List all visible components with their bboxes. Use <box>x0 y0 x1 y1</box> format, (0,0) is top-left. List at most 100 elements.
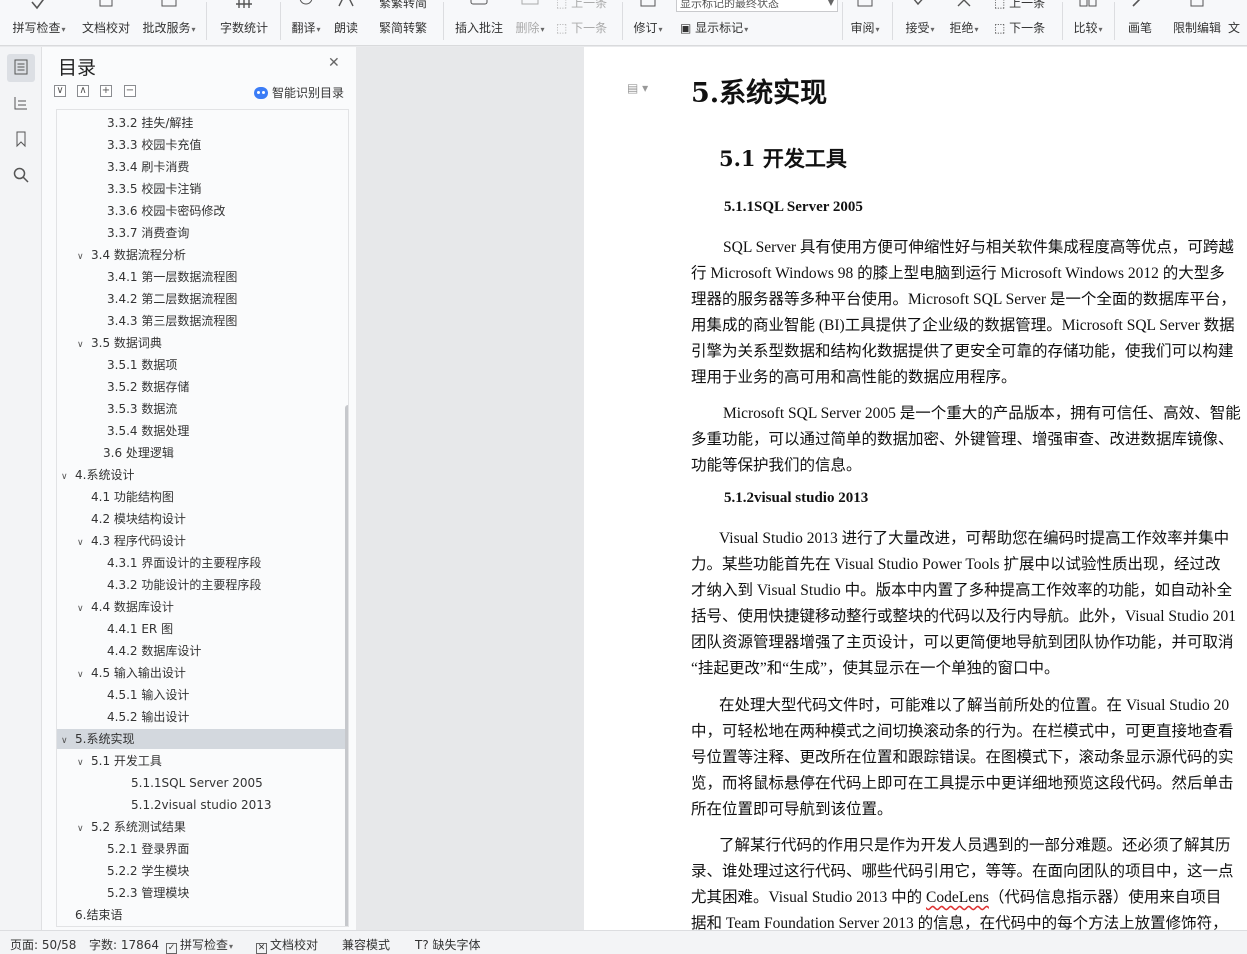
toc-item-label: 4.5.1 输入设计 <box>107 688 190 702</box>
toc-item[interactable]: 4.4.1 ER 图 <box>57 619 348 639</box>
insert-comment-button[interactable]: 插入批注 <box>450 0 508 45</box>
chevron-down-icon[interactable]: ∨ <box>77 247 87 267</box>
toc-item[interactable]: ∨ 5.1 开发工具 <box>57 751 348 771</box>
toc-item[interactable]: 4.2 模块结构设计 <box>57 509 348 529</box>
toc-item[interactable]: 3.4.3 第三层数据流程图 <box>57 311 348 331</box>
collapse-all-icon[interactable]: ∨ <box>54 85 66 97</box>
word-count-indicator[interactable]: 字数: 17864 <box>89 936 159 953</box>
toc-item[interactable]: 6.结束语 <box>57 905 348 925</box>
simp-to-trad-button[interactable]: 緊简转繁 <box>379 19 427 36</box>
accept-button[interactable]: 接受▾ <box>900 0 940 45</box>
compat-mode-indicator[interactable]: 兼容模式 <box>342 936 390 953</box>
add-level-icon[interactable]: + <box>100 85 112 97</box>
toc-item[interactable]: 3.5.4 数据处理 <box>57 421 348 441</box>
chevron-down-icon[interactable]: ∨ <box>77 753 87 773</box>
close-icon[interactable]: ✕ <box>328 55 340 71</box>
reject-button[interactable]: 拒绝▾ <box>944 0 984 45</box>
spell-check-button[interactable]: 拼写检查▾ <box>8 0 70 45</box>
chevron-down-icon[interactable]: ∨ <box>77 599 87 619</box>
review-button[interactable]: 审阅▾ <box>845 0 885 45</box>
word-count-button[interactable]: 字数统计 <box>216 0 272 45</box>
prev-revision-button[interactable]: ⬚ 上一条 <box>994 0 1045 11</box>
chevron-down-icon[interactable]: ∨ <box>77 665 87 685</box>
next-revision-button[interactable]: ⬚ 下一条 <box>994 19 1045 36</box>
restrict-edit-button[interactable]: 限制编辑 <box>1168 0 1226 45</box>
toc-item[interactable]: 3.3.6 校园卡密码修改 <box>57 201 348 221</box>
toc-item[interactable]: ∨ 4.4 数据库设计 <box>57 597 348 617</box>
toc-item[interactable]: 3.3.3 校园卡充值 <box>57 135 348 155</box>
toc-item[interactable]: 4.4.2 数据库设计 <box>57 641 348 661</box>
smart-toc-button[interactable]: 智能识别目录 <box>254 84 344 101</box>
toc-item[interactable]: ∨ 4.5 输入输出设计 <box>57 663 348 683</box>
delete-comment-button[interactable]: 删除▾ <box>510 0 550 45</box>
page-options-icon[interactable]: ▤ ▾ <box>627 81 648 95</box>
page-indicator[interactable]: 页面: 50/58 <box>10 936 76 953</box>
toc-item[interactable]: 5.1.1SQL Server 2005 <box>57 773 348 793</box>
toc-item[interactable]: 3.3.2 挂失/解挂 <box>57 113 348 133</box>
search-nav-button[interactable] <box>7 162 35 190</box>
paragraph-line: 多重功能，可以通过简单的数据加密、外键管理、增强审查、改进数据库镜像、 <box>691 431 1234 448</box>
document-page[interactable]: ▤ ▾ 5.系统实现 5.1 开发工具 5.1.1SQL Server 2005… <box>584 47 1247 930</box>
toc-item[interactable]: 4.1 功能结构图 <box>57 487 348 507</box>
toc-item-label: 4.5.2 输出设计 <box>107 710 190 724</box>
pen-icon <box>1129 0 1151 12</box>
pen-button[interactable]: 画笔 <box>1120 0 1160 45</box>
paragraph-line: 在处理大型代码文件时，可能难以了解当前所处的位置。在 Visual Studio… <box>719 697 1230 714</box>
batch-service-button[interactable]: 批改服务▾ <box>139 0 199 45</box>
toc-item[interactable]: 4.3.1 界面设计的主要程序段 <box>57 553 348 573</box>
toc-item[interactable]: 3.4.2 第二层数据流程图 <box>57 289 348 309</box>
toc-item[interactable]: 4.5.2 输出设计 <box>57 707 348 727</box>
remove-level-icon[interactable]: − <box>124 85 136 97</box>
heading-2: 5.1 开发工具 <box>719 146 847 171</box>
toc-nav-button[interactable] <box>7 54 35 82</box>
toc-item[interactable]: ∨ 5.系统实现 <box>57 729 348 749</box>
next-comment-button[interactable]: ⬚ 下一条 <box>556 19 607 36</box>
doc-proof-button[interactable]: 文档校对 <box>78 0 134 45</box>
markup-state-select[interactable]: 显示标记的最终状态 ▼ <box>676 0 838 12</box>
toc-item[interactable]: 3.3.7 消费查询 <box>57 223 348 243</box>
toc-item[interactable]: 3.3.4 刷卡消费 <box>57 157 348 177</box>
toc-item[interactable]: 3.3.5 校园卡注销 <box>57 179 348 199</box>
chevron-down-icon[interactable]: ∨ <box>77 819 87 839</box>
toc-item[interactable]: 5.2.2 学生模块 <box>57 861 348 881</box>
prev-icon: ⬚ <box>556 0 568 10</box>
toc-title: 目录 <box>58 57 97 79</box>
toc-item[interactable]: 3.5.2 数据存储 <box>57 377 348 397</box>
chevron-down-icon[interactable]: ∨ <box>77 335 87 355</box>
heading-3: 5.1.2visual studio 2013 <box>724 490 869 506</box>
paragraph-line: 中，可轻松地在两种模式之间切换滚动条的行为。在栏模式中，可更直接地查看 <box>691 723 1234 740</box>
toc-item[interactable]: 3.6 处理逻辑 <box>57 443 348 463</box>
toc-item[interactable]: ∨ 5.2 系统测试结果 <box>57 817 348 837</box>
doc-proof-toggle[interactable]: ✕ 文档校对 <box>256 936 318 954</box>
chevron-down-icon[interactable]: ∨ <box>77 533 87 553</box>
spelling-error-mark[interactable]: CodeLens <box>926 889 989 906</box>
toc-item[interactable]: ∨ 3.5 数据词典 <box>57 333 348 353</box>
prev-comment-button[interactable]: ⬚ 上一条 <box>556 0 607 11</box>
read-aloud-button[interactable]: 朗读 <box>330 0 362 45</box>
doc-more-button[interactable]: 文 <box>1228 0 1247 45</box>
scrollbar-thumb[interactable] <box>345 405 348 926</box>
toc-item[interactable]: 3.5.1 数据项 <box>57 355 348 375</box>
show-markup-button[interactable]: ▣ 显示标记▾ <box>680 19 748 36</box>
toc-item[interactable]: 5.2.3 管理模块 <box>57 883 348 903</box>
toc-item[interactable]: 4.5.1 输入设计 <box>57 685 348 705</box>
toc-item[interactable]: ∨ 4.系统设计 <box>57 465 348 485</box>
toc-item[interactable]: 3.5.3 数据流 <box>57 399 348 419</box>
chapter-nav-button[interactable] <box>7 90 35 118</box>
spell-check-toggle[interactable]: ✓ 拼写检查▾ <box>166 936 233 954</box>
translate-button[interactable]: 翻译▾ <box>286 0 326 45</box>
toc-item[interactable]: ∨ 3.4 数据流程分析 <box>57 245 348 265</box>
revise-button[interactable]: 修订▾ <box>628 0 668 45</box>
compare-button[interactable]: 比较▾ <box>1068 0 1108 45</box>
expand-up-icon[interactable]: ∧ <box>77 85 89 97</box>
bookmark-nav-button[interactable] <box>7 126 35 154</box>
toc-item[interactable]: ∨ 4.3 程序代码设计 <box>57 531 348 551</box>
chevron-down-icon[interactable]: ∨ <box>61 467 71 487</box>
toc-item[interactable]: 4.3.2 功能设计的主要程序段 <box>57 575 348 595</box>
chevron-down-icon[interactable]: ∨ <box>61 731 71 751</box>
toc-item[interactable]: 5.1.2visual studio 2013 <box>57 795 348 815</box>
trad-to-simp-button[interactable]: 緊繁转简 <box>379 0 427 11</box>
missing-font-button[interactable]: T? 缺失字体 <box>415 936 481 953</box>
toc-item[interactable]: 3.4.1 第一层数据流程图 <box>57 267 348 287</box>
toc-item[interactable]: 5.2.1 登录界面 <box>57 839 348 859</box>
